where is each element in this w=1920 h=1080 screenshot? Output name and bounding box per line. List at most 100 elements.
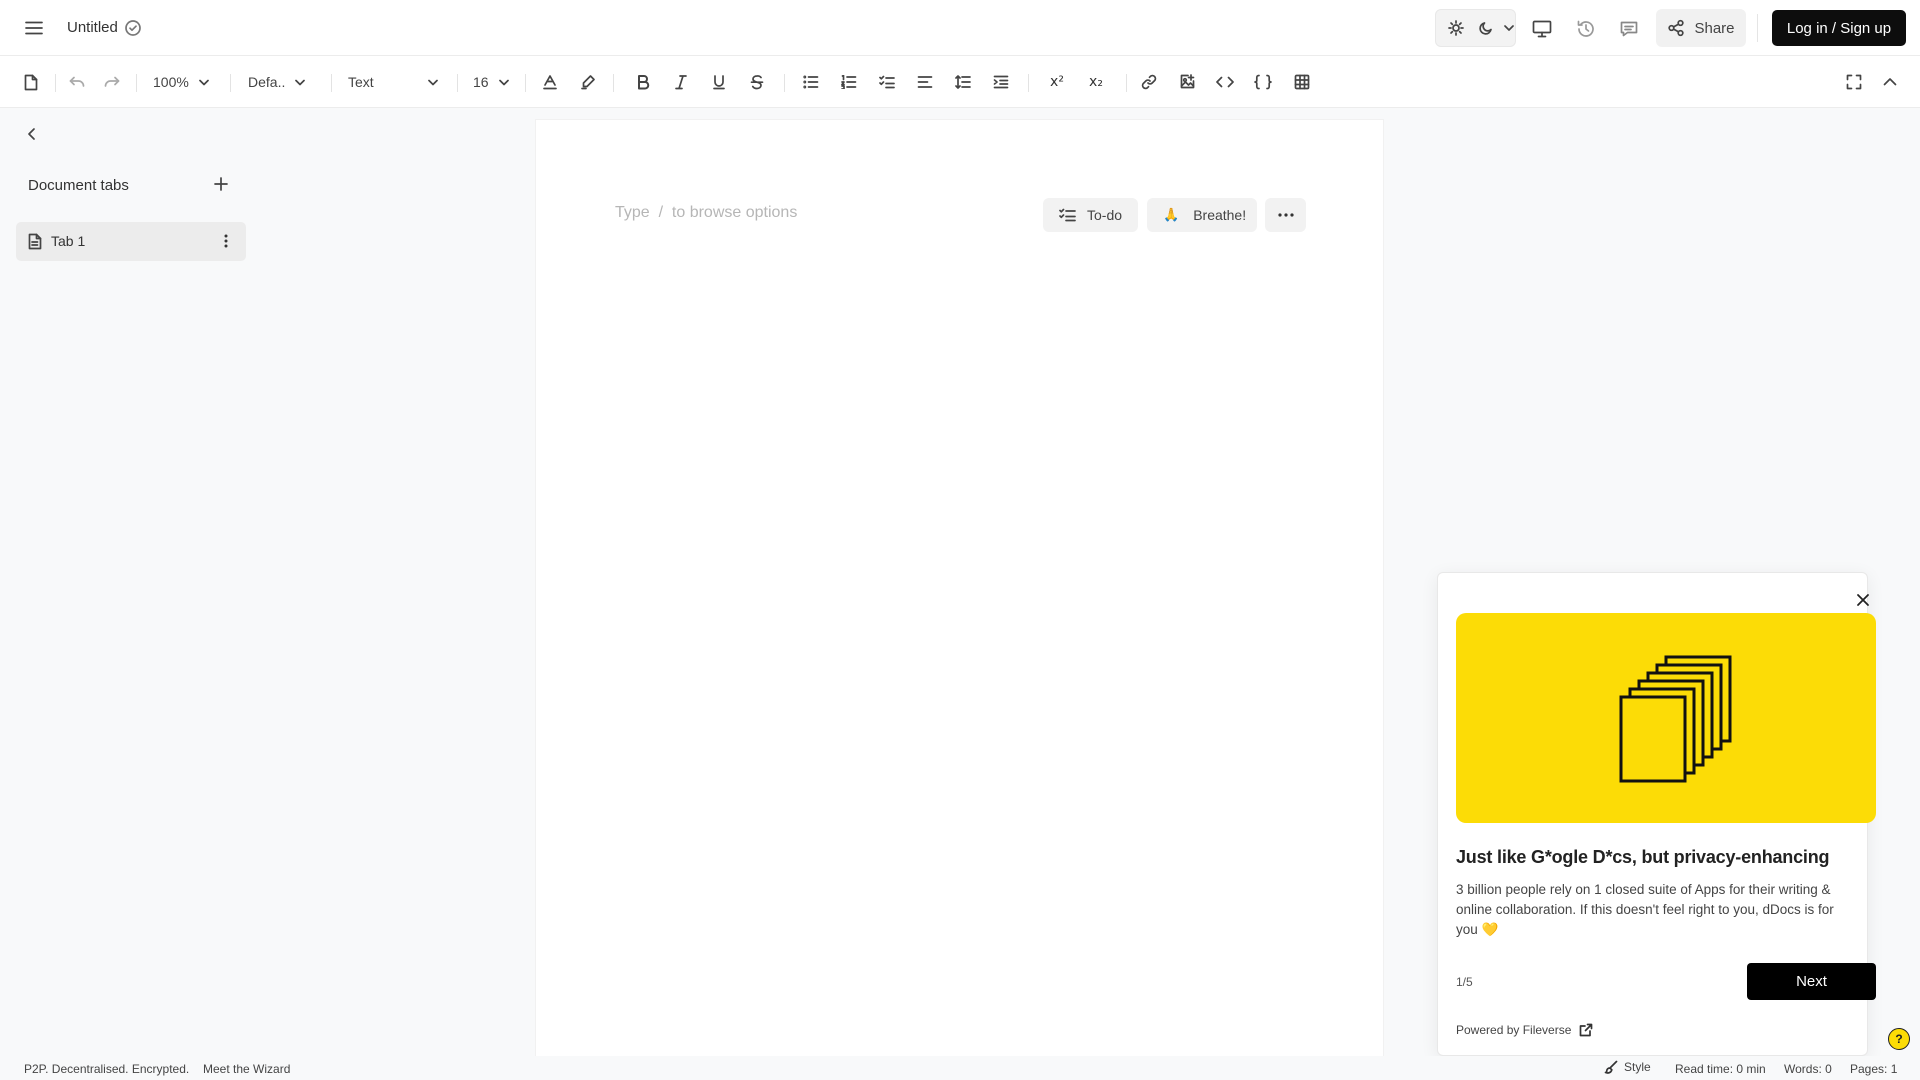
close-icon[interactable]	[1856, 593, 1870, 607]
style-label: Style	[1624, 1060, 1651, 1074]
table-icon[interactable]	[1292, 69, 1312, 95]
image-icon[interactable]	[1177, 69, 1197, 95]
login-signup-button[interactable]: Log in / Sign up	[1772, 10, 1906, 46]
zoom-select[interactable]: 100%	[153, 69, 213, 95]
text-style-select[interactable]: Text	[348, 69, 440, 95]
bold-icon[interactable]	[633, 69, 653, 95]
todo-label: To-do	[1087, 207, 1123, 223]
document-tabs-heading: Document tabs	[28, 177, 129, 194]
undo-icon[interactable]	[67, 69, 87, 95]
praying-hands-icon: 🙏	[1163, 207, 1180, 222]
code-icon[interactable]	[1215, 69, 1235, 95]
divider	[613, 74, 614, 92]
fullscreen-icon[interactable]	[1844, 69, 1864, 95]
text-style-value: Text	[348, 74, 374, 90]
font-size-value: 16	[473, 74, 489, 90]
line-spacing-icon[interactable]	[953, 69, 973, 95]
italic-icon[interactable]	[671, 69, 691, 95]
font-family-value: Defa..	[248, 74, 286, 90]
divider	[331, 74, 332, 92]
word-count: Words: 0	[1784, 1062, 1832, 1076]
sun-icon[interactable]	[1444, 16, 1468, 40]
share-button[interactable]: Share	[1656, 9, 1746, 47]
history-icon[interactable]	[1573, 16, 1599, 42]
top-bar: Untitled Share Log in / Sign up	[0, 0, 1920, 56]
divider	[1028, 74, 1029, 92]
onboarding-popup: Just like G*ogle D*cs, but privacy-enhan…	[1437, 572, 1876, 1056]
highlighter-icon[interactable]	[578, 69, 598, 95]
style-button[interactable]: Style	[1604, 1060, 1651, 1074]
align-left-icon[interactable]	[915, 69, 935, 95]
moon-icon[interactable]	[1474, 16, 1498, 40]
powered-by-link[interactable]: Powered by Fileverse	[1456, 1023, 1593, 1037]
back-icon[interactable]	[24, 126, 40, 142]
chevron-down-icon[interactable]	[1504, 24, 1514, 32]
chevron-down-icon	[198, 79, 209, 85]
page-count: Pages: 1	[1850, 1062, 1898, 1076]
meet-wizard-link[interactable]: Meet the Wizard	[203, 1062, 290, 1076]
add-tab-icon[interactable]	[213, 176, 229, 192]
next-button[interactable]: Next	[1747, 963, 1876, 1000]
divider	[1757, 14, 1758, 42]
underline-icon[interactable]	[709, 69, 729, 95]
help-bubble-icon[interactable]: ?	[1888, 1028, 1910, 1050]
onboarding-step-counter: 1/5	[1456, 975, 1473, 989]
document-icon	[28, 233, 42, 250]
numbered-list-icon[interactable]	[839, 69, 859, 95]
file-icon[interactable]	[21, 69, 41, 95]
editor-placeholder[interactable]: Type / to browse options	[615, 204, 797, 222]
onboarding-body: 3 billion people rely on 1 closed suite …	[1456, 882, 1834, 937]
code-block-icon[interactable]	[1253, 69, 1273, 95]
collapse-icon[interactable]	[1880, 69, 1900, 95]
superscript-icon[interactable]: x²	[1046, 69, 1068, 95]
formatting-toolbar: 100% Defa.. Text 16 x² x₂	[0, 56, 1920, 108]
font-size-select[interactable]: 16	[473, 69, 509, 95]
document-title[interactable]: Untitled	[67, 19, 118, 36]
divider	[457, 74, 458, 92]
divider	[1126, 74, 1127, 92]
divider	[55, 74, 56, 92]
theme-switcher[interactable]	[1435, 9, 1516, 47]
share-label: Share	[1694, 19, 1735, 37]
redo-icon[interactable]	[102, 69, 122, 95]
bullet-list-icon[interactable]	[801, 69, 821, 95]
link-icon[interactable]	[1139, 69, 1159, 95]
more-vertical-icon[interactable]	[223, 233, 229, 249]
strikethrough-icon[interactable]	[747, 69, 767, 95]
breathe-label: Breathe!	[1193, 207, 1247, 223]
saved-check-icon	[124, 19, 142, 37]
breathe-button[interactable]: 🙏 Breathe!	[1147, 198, 1257, 232]
external-link-icon	[1579, 1023, 1593, 1037]
text-color-icon[interactable]	[540, 69, 560, 95]
read-time: Read time: 0 min	[1675, 1062, 1766, 1076]
divider	[136, 74, 137, 92]
menu-icon[interactable]	[22, 16, 46, 40]
stacked-documents-icon	[1619, 655, 1732, 783]
presentation-icon[interactable]	[1529, 16, 1555, 42]
hero-illustration	[1456, 613, 1876, 823]
brush-icon	[1604, 1060, 1618, 1074]
more-horizontal-icon	[1277, 213, 1294, 217]
powered-by-label: Powered by Fileverse	[1456, 1023, 1572, 1037]
chevron-down-icon	[295, 79, 306, 85]
tab-label: Tab 1	[51, 233, 86, 249]
divider	[230, 74, 231, 92]
subscript-icon[interactable]: x₂	[1085, 69, 1107, 95]
comment-icon[interactable]	[1616, 16, 1642, 42]
chevron-down-icon	[498, 79, 509, 85]
share-icon	[1667, 19, 1685, 37]
checklist-icon[interactable]	[877, 69, 897, 95]
chevron-down-icon	[428, 79, 438, 85]
more-options-button[interactable]	[1265, 198, 1306, 232]
status-bar: P2P. Decentralised. Encrypted. Meet the …	[0, 1056, 1920, 1080]
tagline: P2P. Decentralised. Encrypted.	[24, 1062, 190, 1076]
todo-button[interactable]: To-do	[1043, 198, 1138, 232]
onboarding-title: Just like G*ogle D*cs, but privacy-enhan…	[1456, 847, 1830, 867]
sidebar-item-tab-1[interactable]: Tab 1	[16, 222, 246, 261]
divider	[784, 74, 785, 92]
zoom-value: 100%	[153, 74, 189, 90]
divider	[525, 74, 526, 92]
indent-icon[interactable]	[991, 69, 1011, 95]
font-family-select[interactable]: Defa..	[248, 69, 314, 95]
document-page[interactable]: Type / to browse options To-do 🙏 Breathe…	[535, 119, 1384, 1059]
